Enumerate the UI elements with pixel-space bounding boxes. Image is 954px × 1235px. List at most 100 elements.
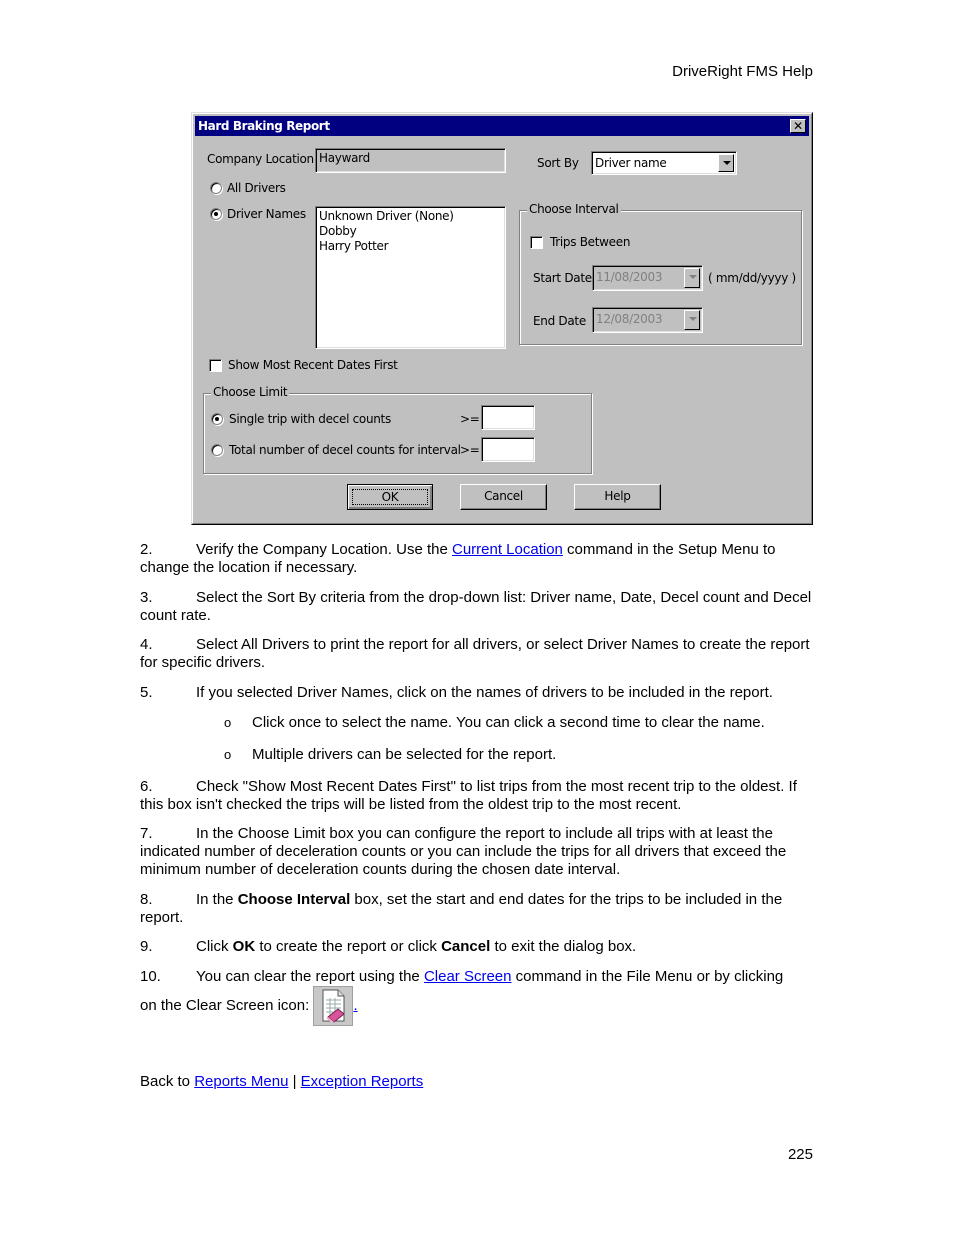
bullet-icon: o xyxy=(224,747,232,762)
step-2: 2. Verify the Company Location. Use the C… xyxy=(140,541,820,577)
help-button[interactable]: Help xyxy=(574,484,661,510)
sort-by-select[interactable]: Driver name xyxy=(591,151,737,175)
chevron-down-icon[interactable] xyxy=(684,268,700,288)
step-text: on the Clear Screen icon: xyxy=(140,997,314,1014)
company-location-value: Hayward xyxy=(319,151,370,165)
ok-button-label: OK xyxy=(352,489,428,505)
step-text: You can clear the report using the xyxy=(196,968,424,985)
sort-by-value: Driver name xyxy=(595,156,667,170)
page-number: 225 xyxy=(787,1146,813,1163)
end-date-select[interactable]: 12/08/2003 xyxy=(592,307,703,333)
clear-screen-link[interactable]: Clear Screen xyxy=(424,968,512,985)
step-number: 10. xyxy=(140,968,161,985)
clear-screen-icon-link[interactable]: . xyxy=(353,997,357,1014)
step-text: In the xyxy=(196,891,238,908)
driver-names-radio[interactable] xyxy=(210,208,222,220)
step-text: command in the File Menu or by clicking xyxy=(511,968,784,985)
single-trip-radio[interactable] xyxy=(211,413,223,425)
single-trip-operator: >= xyxy=(460,412,480,426)
footer-nav-prefix: Back to xyxy=(140,1073,195,1090)
company-location-field: Hayward xyxy=(315,148,506,173)
single-trip-label[interactable]: Single trip with decel counts xyxy=(229,412,391,426)
exception-reports-link[interactable]: Exception Reports xyxy=(301,1073,424,1090)
step-number: 8. xyxy=(140,891,153,908)
bullet-text: Multiple drivers can be selected for the… xyxy=(252,746,557,763)
reports-menu-link[interactable]: Reports Menu xyxy=(194,1073,288,1090)
choose-interval-legend: Choose Interval xyxy=(527,202,621,216)
total-count-label[interactable]: Total number of decel counts for interva… xyxy=(229,443,461,457)
total-count-radio[interactable] xyxy=(211,444,223,456)
step-emphasis: OK xyxy=(232,938,256,955)
step-text: Verify the Company Location. Use the xyxy=(196,541,452,558)
dialog-titlebar: Hard Braking Report ✕ xyxy=(195,116,809,136)
start-date-select[interactable]: 11/08/2003 xyxy=(592,265,703,291)
step-text: to exit the dialog box. xyxy=(490,938,637,955)
end-date-label: End Date xyxy=(533,314,586,328)
bullet-text: Click once to select the name. You can c… xyxy=(252,714,765,731)
single-trip-count-input[interactable] xyxy=(481,405,535,430)
current-location-link[interactable]: Current Location xyxy=(452,541,563,558)
chevron-down-icon[interactable] xyxy=(718,154,734,172)
ok-button[interactable]: OK xyxy=(347,484,433,510)
clear-screen-icon xyxy=(313,986,354,1026)
choose-interval-group: Choose Interval Trips Between Start Date… xyxy=(519,202,802,345)
step-emphasis: Cancel xyxy=(441,938,491,955)
total-count-operator: >= xyxy=(460,443,480,457)
step-emphasis: Choose Interval xyxy=(237,891,351,908)
dialog-title: Hard Braking Report xyxy=(198,119,330,133)
start-date-value: 11/08/2003 xyxy=(596,270,663,284)
step-text: Check "Show Most Recent Dates First" to … xyxy=(140,778,797,813)
step-number: 6. xyxy=(140,778,153,795)
step-text: Select the Sort By criteria from the dro… xyxy=(140,589,812,624)
step-text: Click xyxy=(196,938,233,955)
company-location-label: Company Location xyxy=(207,152,314,166)
driver-names-list[interactable]: Unknown Driver (None) Dobby Harry Potter xyxy=(315,206,506,349)
trips-between-checkbox[interactable] xyxy=(530,236,543,249)
choose-limit-group: Choose Limit Single trip with decel coun… xyxy=(203,385,592,474)
all-drivers-label[interactable]: All Drivers xyxy=(227,181,286,195)
step-5: 5. If you selected Driver Names, click on… xyxy=(140,684,820,702)
step-number: 5. xyxy=(140,684,153,701)
step-text: to create the report or click xyxy=(255,938,442,955)
all-drivers-radio[interactable] xyxy=(210,182,222,194)
footer-nav-separator: | xyxy=(288,1073,301,1090)
sort-by-label: Sort By xyxy=(537,156,579,170)
step-4: 4. Select All Drivers to print the report… xyxy=(140,636,820,672)
cancel-button[interactable]: Cancel xyxy=(460,484,547,510)
trips-between-label[interactable]: Trips Between xyxy=(550,235,630,249)
step-9: 9. Click OK to create the report or click… xyxy=(140,938,820,956)
list-item[interactable]: Harry Potter xyxy=(319,239,389,253)
step-number: 7. xyxy=(140,825,153,842)
close-button[interactable]: ✕ xyxy=(790,119,806,133)
start-date-label: Start Date xyxy=(533,271,592,285)
step-number: 2. xyxy=(140,541,153,558)
step-text: In the Choose Limit box you can configur… xyxy=(140,825,787,878)
hard-braking-report-dialog: Hard Braking Report ✕ Company Location H… xyxy=(191,112,813,525)
step-7: 7. In the Choose Limit box you can config… xyxy=(140,825,820,879)
show-recent-checkbox[interactable] xyxy=(209,359,222,372)
bullet-icon: o xyxy=(224,715,232,730)
bullet-item: o Multiple drivers can be selected for th… xyxy=(224,746,556,764)
driver-names-label[interactable]: Driver Names xyxy=(227,207,306,221)
chevron-down-icon[interactable] xyxy=(684,310,700,330)
end-date-value: 12/08/2003 xyxy=(596,312,663,326)
date-format-hint: ( mm/dd/yyyy ) xyxy=(708,271,796,285)
step-text: If you selected Driver Names, click on t… xyxy=(196,684,773,701)
choose-limit-legend: Choose Limit xyxy=(211,385,290,399)
step-number: 9. xyxy=(140,938,153,955)
bullet-item: o Click once to select the name. You can … xyxy=(224,714,765,732)
list-item[interactable]: Unknown Driver (None) xyxy=(319,209,454,223)
step-number: 4. xyxy=(140,636,153,653)
page-header: DriveRight FMS Help xyxy=(672,63,813,80)
total-count-input[interactable] xyxy=(481,437,535,462)
step-10-continued: on the Clear Screen icon: . xyxy=(140,986,820,1026)
step-text: Select All Drivers to print the report f… xyxy=(140,636,810,671)
step-3: 3. Select the Sort By criteria from the d… xyxy=(140,589,820,625)
close-icon: ✕ xyxy=(793,119,803,133)
show-recent-label[interactable]: Show Most Recent Dates First xyxy=(228,358,398,372)
step-10: 10. You can clear the report using the Cl… xyxy=(140,968,820,986)
step-6: 6. Check "Show Most Recent Dates First" t… xyxy=(140,778,820,814)
list-item[interactable]: Dobby xyxy=(319,224,357,238)
step-8: 8. In the Choose Interval box, set the st… xyxy=(140,891,820,927)
step-number: 3. xyxy=(140,589,153,606)
